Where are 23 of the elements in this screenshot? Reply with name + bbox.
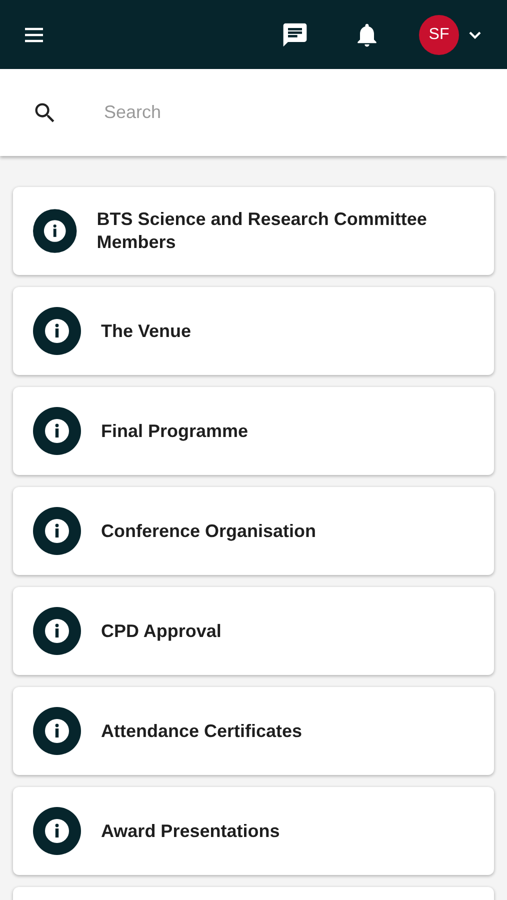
info-icon bbox=[33, 707, 81, 755]
card-title: Conference Organisation bbox=[101, 520, 316, 542]
info-icon bbox=[33, 407, 81, 455]
card-title: The Venue bbox=[101, 320, 192, 342]
info-card[interactable]: Final Programme bbox=[13, 387, 494, 475]
info-icon bbox=[33, 807, 81, 855]
info-icon bbox=[33, 307, 81, 355]
user-avatar[interactable]: SF bbox=[419, 14, 459, 54]
card-title: Award Presentations bbox=[101, 820, 280, 842]
info-card[interactable]: BTS Science and Research Committee Members bbox=[13, 187, 494, 275]
info-card[interactable]: Conference Organisation bbox=[13, 487, 494, 575]
info-card[interactable]: CPD Approval bbox=[13, 587, 494, 675]
card-title: CPD Approval bbox=[101, 620, 222, 642]
card-title: Attendance Certificates bbox=[101, 720, 302, 742]
info-card[interactable]: The Venue bbox=[13, 287, 494, 375]
info-icon bbox=[33, 607, 81, 655]
info-card[interactable]: Award Presentations bbox=[13, 787, 494, 875]
info-icon bbox=[33, 207, 77, 255]
info-card[interactable]: Attendance Certificates bbox=[13, 687, 494, 775]
message-icon[interactable] bbox=[281, 20, 309, 48]
card-title: BTS Science and Research Committee Members bbox=[96, 208, 428, 254]
info-icon bbox=[33, 507, 81, 555]
card-title: Final Programme bbox=[101, 420, 248, 442]
